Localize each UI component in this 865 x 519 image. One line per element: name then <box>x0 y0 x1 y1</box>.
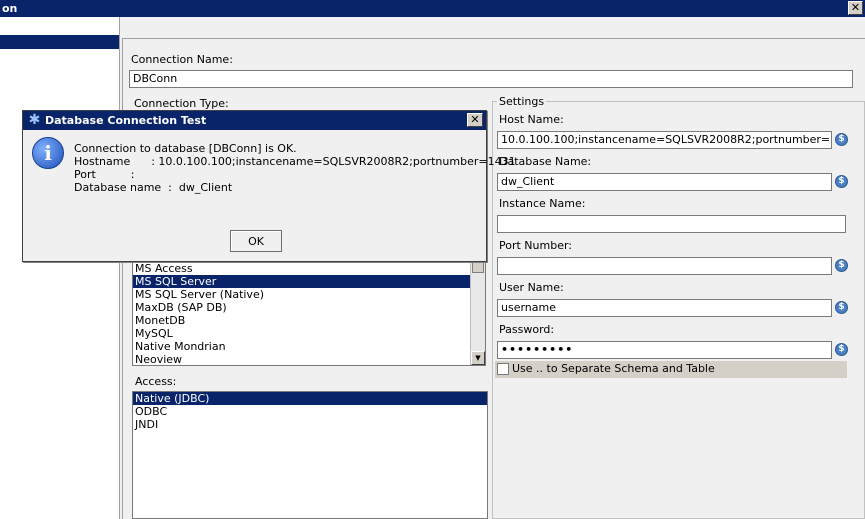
password-label: Password: <box>499 323 555 336</box>
port-number-input[interactable] <box>497 257 832 275</box>
variable-icon[interactable]: $ <box>835 175 848 188</box>
scroll-down-icon[interactable]: ▼ <box>471 351 485 365</box>
info-icon: i <box>32 137 64 169</box>
database-name-input[interactable]: dw_Client <box>497 173 832 191</box>
connection-test-dialog: ✱ Database Connection Test ✕ i Connectio… <box>22 110 516 262</box>
list-item-selected[interactable]: MS SQL Server <box>133 275 471 288</box>
close-icon: ✕ <box>470 113 480 126</box>
list-item[interactable]: MonetDB <box>133 314 471 327</box>
password-input[interactable]: ••••••••• <box>497 341 832 359</box>
connection-name-input[interactable]: DBConn <box>129 70 853 88</box>
instance-name-input[interactable] <box>497 215 846 233</box>
instance-name-label: Instance Name: <box>499 197 586 210</box>
host-name-label: Host Name: <box>499 113 564 126</box>
close-icon: ✕ <box>850 1 861 14</box>
dialog-close-button[interactable]: ✕ <box>467 113 483 127</box>
left-nav-selected-item[interactable] <box>0 35 119 49</box>
dialog-title: Database Connection Test <box>45 114 207 127</box>
left-nav-panel <box>0 17 120 519</box>
dialog-title-bar: ✱ Database Connection Test ✕ <box>23 111 486 130</box>
user-name-label: User Name: <box>499 281 564 294</box>
dialog-message-line: Database name : dw_Client <box>74 181 233 194</box>
list-item[interactable]: MS SQL Server (Native) <box>133 288 471 301</box>
scrollbar-thumb[interactable] <box>472 261 484 273</box>
separate-schema-checkbox[interactable] <box>497 363 509 375</box>
variable-icon[interactable]: $ <box>835 259 848 272</box>
connection-type-items: MS Access MS SQL Server MS SQL Server (N… <box>133 262 471 365</box>
list-item[interactable]: Neoview <box>133 353 471 365</box>
list-item[interactable]: MS Access <box>133 262 471 275</box>
dialog-message-line: Hostname : 10.0.100.100;instancename=SQL… <box>74 155 516 168</box>
variable-icon[interactable]: $ <box>835 301 848 314</box>
user-name-input[interactable]: username <box>497 299 832 317</box>
host-name-input[interactable]: 10.0.100.100;instancename=SQLSVR2008R2;p… <box>497 131 832 149</box>
port-number-label: Port Number: <box>499 239 573 252</box>
connection-type-label: Connection Type: <box>134 97 229 110</box>
access-list[interactable]: Native (JDBC) ODBC JNDI <box>132 391 488 519</box>
list-item[interactable]: MySQL <box>133 327 471 340</box>
app-icon: ✱ <box>28 112 41 128</box>
separate-schema-checkbox-row[interactable]: Use .. to Separate Schema and Table <box>495 361 847 378</box>
list-item[interactable]: ODBC <box>133 405 487 418</box>
window-title: on <box>2 2 18 15</box>
dialog-message-line: Port : <box>74 168 135 181</box>
connection-name-label: Connection Name: <box>131 53 233 66</box>
access-label: Access: <box>135 375 177 388</box>
variable-icon[interactable]: $ <box>835 133 848 146</box>
variable-icon[interactable]: $ <box>835 343 848 356</box>
ok-button[interactable]: OK <box>230 230 282 252</box>
window-close-button[interactable]: ✕ <box>848 1 863 15</box>
list-item[interactable]: Native Mondrian <box>133 340 471 353</box>
list-item-selected[interactable]: Native (JDBC) <box>133 392 487 405</box>
dialog-message-line: Connection to database [DBConn] is OK. <box>74 142 297 155</box>
settings-group-title: Settings <box>497 95 547 108</box>
list-item[interactable]: JNDI <box>133 418 487 431</box>
separate-schema-label: Use .. to Separate Schema and Table <box>512 362 715 375</box>
window-title-bar: on ✕ <box>0 0 865 17</box>
list-item[interactable]: MaxDB (SAP DB) <box>133 301 471 314</box>
